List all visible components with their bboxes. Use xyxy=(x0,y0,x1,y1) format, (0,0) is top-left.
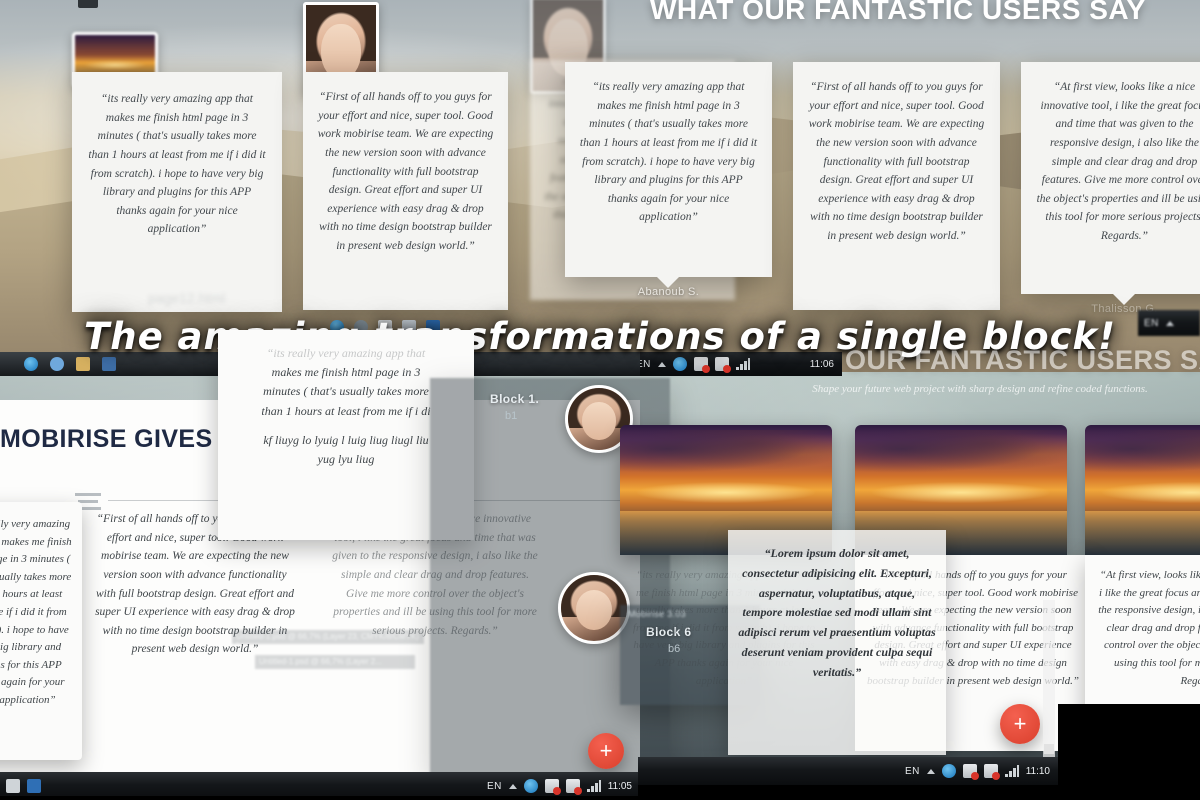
testimonial-quote: “its really very amazing app that makes … xyxy=(579,81,758,224)
action-center-icon[interactable] xyxy=(523,779,538,793)
testimonial-card-1[interactable]: “its really very amazing app that makes … xyxy=(72,72,282,312)
bottom-testimonial-card-1[interactable]: “its really very amazing app that makes … xyxy=(0,502,82,760)
photoshop-tab-1[interactable]: Untitled-1.psd @ 66,7% (Layer 23, CMYK/8… xyxy=(232,630,424,650)
bottom-section-subheading: Shape your future web project with sharp… xyxy=(760,383,1200,395)
testimonial-quote: “its really very amazing app that makes … xyxy=(0,518,72,706)
scrollbar-down-arrow-icon[interactable] xyxy=(1044,744,1054,754)
add-icon: + xyxy=(599,738,613,763)
taskbar-clock[interactable]: 11:10 xyxy=(1026,766,1050,777)
add-block-button-2[interactable]: + xyxy=(1000,704,1040,744)
testimonial-person-name: Abanoub S. xyxy=(637,286,700,298)
block1-label-text: Block 1. xyxy=(490,392,540,406)
screen-edge-fill-bottom xyxy=(638,785,1200,800)
taskbar-language: EN xyxy=(905,765,920,777)
lorem-ipsum-card[interactable]: “Lorem ipsum dolor sit amet, consectetur… xyxy=(728,530,946,755)
testimonial-quote: “First of all hands off to you guys for … xyxy=(317,91,494,252)
edit-card-line-5: kf liuyg lo lyuig l luig liug liugl liu xyxy=(263,432,429,447)
lorem-ipsum-quote: “Lorem ipsum dolor sit amet, consectetur… xyxy=(738,546,936,679)
screen-edge-fill-left xyxy=(0,796,640,800)
bottom-testimonial-card-2[interactable]: “First of all hands off to you guys for … xyxy=(95,510,295,780)
screenshot-stage: WHAT OUR FANTASTIC USERS SAY “its really… xyxy=(0,0,1200,800)
edit-card-line-4: than 1 hours at least from me if i di xyxy=(261,403,431,418)
security-alert-icon[interactable] xyxy=(983,764,1000,780)
taskbar-language: EN xyxy=(487,780,502,792)
edit-card-line-3: minutes ( that's usually takes more xyxy=(263,384,429,399)
edit-card-line-6: yug lyu liug xyxy=(317,451,375,466)
testimonial-card-5[interactable]: “At first view, looks like a nice innova… xyxy=(1021,62,1200,294)
bottom-section-heading: OUR FANTASTIC USERS SAY xyxy=(845,345,1200,375)
scrollbar-track[interactable] xyxy=(1043,600,1055,760)
mobile-device-icon xyxy=(78,0,98,8)
testimonial-quote: “its really very amazing app that makes … xyxy=(88,93,266,236)
block1-label: Block 1. xyxy=(490,392,539,406)
show-hidden-icons-icon[interactable] xyxy=(508,783,517,789)
edit-card-line-2: makes me finish html page in 3 xyxy=(271,365,421,380)
network-signal-icon[interactable] xyxy=(586,780,601,792)
show-hidden-icons-icon[interactable] xyxy=(926,768,935,774)
explorer-icon[interactable] xyxy=(6,779,20,793)
testimonial-card-2[interactable]: “First of all hands off to you guys for … xyxy=(303,72,508,310)
testimonial-quote: “At first view, looks like a nice innova… xyxy=(1098,569,1200,687)
block1-code-text: b1 xyxy=(505,410,518,422)
testimonial-card-4[interactable]: “First of all hands off to you guys for … xyxy=(793,62,1000,310)
office-icon[interactable] xyxy=(27,779,41,793)
testimonial-card-3[interactable]: “its really very amazing app that makes … xyxy=(565,62,772,277)
add-icon: + xyxy=(1013,711,1027,736)
antivirus-alert-icon[interactable] xyxy=(544,779,561,795)
action-center-icon[interactable] xyxy=(941,764,956,778)
sunset-image-3 xyxy=(1085,425,1200,555)
top-section-heading: WHAT OUR FANTASTIC USERS SAY xyxy=(650,0,1146,25)
antivirus-alert-icon[interactable] xyxy=(962,764,979,780)
photoshop-tab-2-label: Untitled-1.psd @ 66,7% (Layer 2... xyxy=(259,657,382,666)
testimonial-quote: “At first view, looks like a nice innova… xyxy=(1036,81,1200,242)
network-signal-icon[interactable] xyxy=(1004,765,1019,777)
edit-card-line-1: “its really very amazing app that xyxy=(266,346,426,360)
taskbar-bottom-right[interactable]: EN 11:10 xyxy=(638,757,1058,785)
testimonial-quote: “First of all hands off to you guys for … xyxy=(808,81,985,242)
photoshop-tab-2[interactable]: Untitled-1.psd @ 66,7% (Layer 2... xyxy=(255,655,415,669)
add-block-button-1[interactable]: + xyxy=(588,733,624,769)
security-alert-icon[interactable] xyxy=(565,779,582,795)
taskbar-clock[interactable]: 11:05 xyxy=(608,781,632,792)
file-name-text: page12.html xyxy=(148,290,226,306)
file-name-label: page12.html xyxy=(148,290,225,306)
subheading-text: Shape your future web project with sharp… xyxy=(812,383,1148,395)
block1-code: b1 xyxy=(505,410,517,422)
